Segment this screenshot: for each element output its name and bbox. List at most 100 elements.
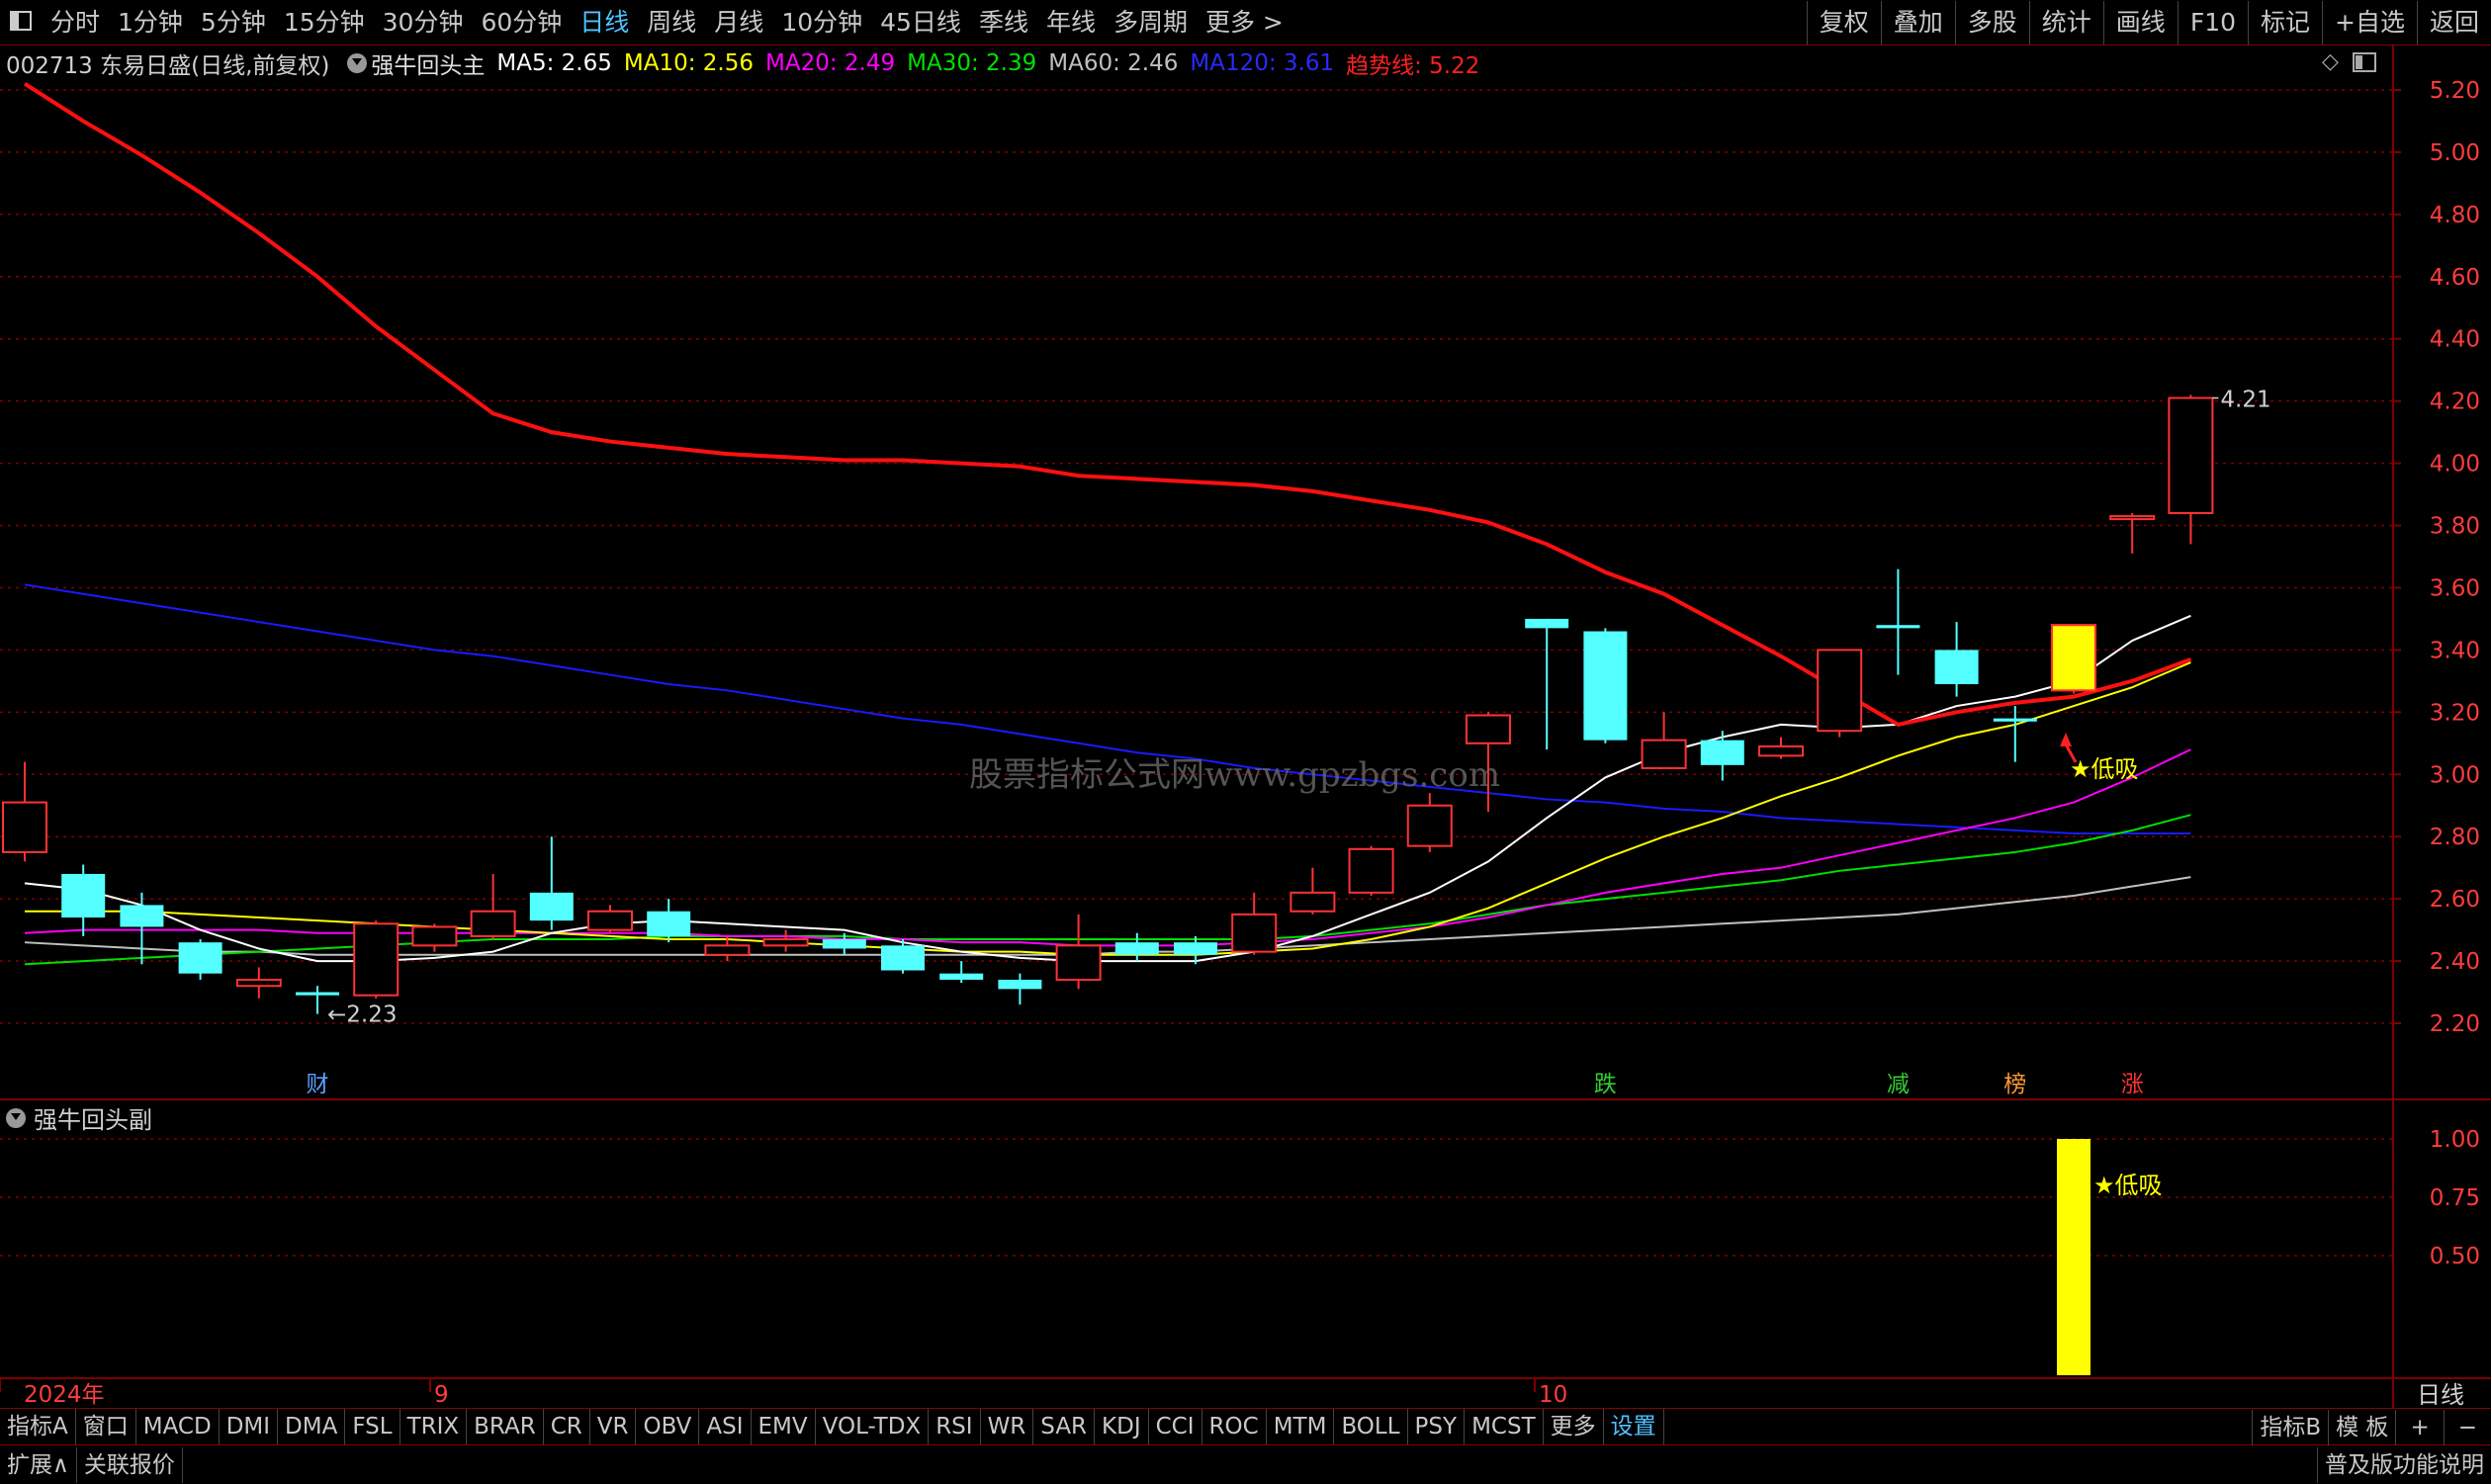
indicator-lines <box>23 82 2192 966</box>
candle-body-11 <box>647 911 691 936</box>
event-label-0: 财 <box>307 1072 329 1097</box>
candle-body-13 <box>762 938 809 947</box>
ma60-line <box>24 876 2191 956</box>
event-label-2: 减 <box>1887 1072 1910 1097</box>
indicator-tab-20[interactable]: MTM <box>1267 1409 1335 1444</box>
ma120-line <box>24 583 2191 835</box>
candle-body-0 <box>2 801 47 853</box>
candle-body-5 <box>296 992 339 996</box>
chart-labels: 4.21 ←2.23 ★低吸财 跌 减 榜 涨 <box>306 388 2271 1097</box>
price-axis: 5.20 5.00 4.80 4.60 4.40 4.20 4.00 3.80 3.60 3.40… <box>2393 78 2480 1408</box>
candle-body-25 <box>1466 714 1511 744</box>
candle-body-10 <box>587 910 633 931</box>
indicator-tab-18[interactable]: CCI <box>1149 1409 1202 1444</box>
candle-body-32 <box>1876 625 1920 629</box>
candle-body-18 <box>1055 944 1102 981</box>
low-price-label: ←2.23 <box>327 1003 397 1028</box>
candle-body-33 <box>1934 650 1979 685</box>
dropdown-icon[interactable] <box>6 1107 26 1128</box>
bottom-right-button-3[interactable]: − <box>2443 1410 2491 1445</box>
price-label-6: 4.00 <box>2430 452 2480 478</box>
candle-body-26 <box>1525 618 1569 629</box>
indicator-tab-16[interactable]: SAR <box>1033 1409 1096 1444</box>
indicator-tab-8[interactable]: CR <box>544 1409 590 1444</box>
sub-signal-label: ★低吸 <box>2093 1172 2163 1199</box>
high-price-label: 4.21 <box>2220 388 2270 413</box>
candle-body-37 <box>2168 396 2214 514</box>
sub-label-0: 1.00 <box>2430 1127 2480 1153</box>
sub-label-2: 0.50 <box>2430 1244 2480 1269</box>
candle-body-9 <box>529 892 574 921</box>
price-label-11: 3.00 <box>2430 762 2480 788</box>
indicator-tab-2[interactable]: MACD <box>136 1409 220 1444</box>
candle-body-31 <box>1817 649 1863 733</box>
candle-body-16 <box>939 973 984 980</box>
indicator-tab-3[interactable]: DMI <box>220 1409 279 1444</box>
indicator-tab-24[interactable]: 更多 <box>1544 1409 1604 1444</box>
candle-body-36 <box>2109 515 2156 521</box>
indicator-tab-15[interactable]: WR <box>981 1409 1034 1444</box>
status-bar: 扩展∧ 关联报价 普及版功能说明 <box>0 1446 2491 1484</box>
candle-body-7 <box>411 925 458 947</box>
sub-label-1: 0.75 <box>2430 1185 2480 1211</box>
indicator-tab-5[interactable]: FSL <box>345 1409 400 1444</box>
watermark: 股票指标公式网www.gpzbgs.com <box>969 755 1501 795</box>
signal-highlight-box <box>2051 624 2096 692</box>
indicator-tab-23[interactable]: MCST <box>1465 1409 1544 1444</box>
sub-panel-title[interactable]: 强牛回头副 <box>34 1100 152 1135</box>
price-label-0: 5.20 <box>2430 78 2480 104</box>
price-label-1: 5.00 <box>2430 140 2480 166</box>
candle-body-4 <box>235 978 282 988</box>
indicator-tab-14[interactable]: RSI <box>929 1409 981 1444</box>
indicator-tab-25[interactable]: 设置 <box>1604 1409 1664 1444</box>
indicator-tab-17[interactable]: KDJ <box>1095 1409 1149 1444</box>
price-label-10: 3.20 <box>2430 700 2480 726</box>
price-label-14: 2.40 <box>2430 949 2480 975</box>
candle-body-8 <box>470 910 516 937</box>
indicator-tab-0[interactable]: 指标A <box>0 1409 76 1444</box>
candle-body-34 <box>1993 718 2037 722</box>
price-label-2: 4.80 <box>2430 203 2480 228</box>
indicator-tab-9[interactable]: VR <box>590 1409 637 1444</box>
candle-body-17 <box>998 979 1042 990</box>
indicator-tab-7[interactable]: BRAR <box>467 1409 544 1444</box>
price-label-3: 4.60 <box>2430 265 2480 291</box>
bottom-right-button-0[interactable]: 指标B <box>2252 1410 2328 1445</box>
candle-body-2 <box>120 905 164 927</box>
indicator-tabs: 指标A 窗口 MACD DMI DMA FSL TRIX BRAR CR VR OBV ASI EMV V… <box>0 1409 1664 1444</box>
bottom-right-button-2[interactable]: + <box>2395 1410 2443 1445</box>
indicator-tab-1[interactable]: 窗口 <box>76 1409 136 1444</box>
candle-body-21 <box>1231 913 1278 953</box>
sub-indicator: ★低吸 <box>2057 1139 2163 1375</box>
candle-body-14 <box>822 939 866 949</box>
price-label-9: 3.40 <box>2430 638 2480 663</box>
related-quotes-button[interactable]: 关联报价 <box>77 1447 183 1483</box>
price-label-7: 3.80 <box>2430 514 2480 540</box>
time-label-1: 9 <box>434 1382 449 1408</box>
sub-signal-bar <box>2057 1139 2091 1375</box>
indicator-tab-12[interactable]: EMV <box>752 1409 816 1444</box>
trend-line <box>23 82 2192 728</box>
candle-body-30 <box>1758 744 1804 757</box>
candle-body-29 <box>1700 740 1744 765</box>
period-label: 日线 <box>2417 1381 2464 1408</box>
indicator-tab-22[interactable]: PSY <box>1408 1409 1466 1444</box>
candle-body-1 <box>61 873 106 918</box>
edition-info-button[interactable]: 普及版功能说明 <box>2317 1447 2491 1483</box>
indicator-tab-6[interactable]: TRIX <box>400 1409 468 1444</box>
indicator-tab-11[interactable]: ASI <box>699 1409 752 1444</box>
candle-body-12 <box>704 944 751 956</box>
indicator-tab-13[interactable]: VOL-TDX <box>816 1409 930 1444</box>
expand-button[interactable]: 扩展∧ <box>0 1447 77 1483</box>
event-label-4: 涨 <box>2121 1072 2144 1097</box>
candle-body-27 <box>1583 631 1628 741</box>
indicator-tab-19[interactable]: ROC <box>1202 1409 1267 1444</box>
indicator-tab-21[interactable]: BOLL <box>1334 1409 1408 1444</box>
time-label-0: 2024年 <box>24 1382 105 1408</box>
bottom-right-button-1[interactable]: 模 板 <box>2328 1410 2395 1445</box>
indicator-tab-bar: 指标A 窗口 MACD DMI DMA FSL TRIX BRAR CR VR OBV ASI EMV V… <box>0 1408 2491 1445</box>
candle-body-15 <box>881 945 925 971</box>
chart-canvas[interactable]: 5.20 5.00 4.80 4.60 4.40 4.20 4.00 3.80 3.60 3.40… <box>0 0 2491 1408</box>
indicator-tab-4[interactable]: DMA <box>278 1409 346 1444</box>
indicator-tab-10[interactable]: OBV <box>636 1409 700 1444</box>
